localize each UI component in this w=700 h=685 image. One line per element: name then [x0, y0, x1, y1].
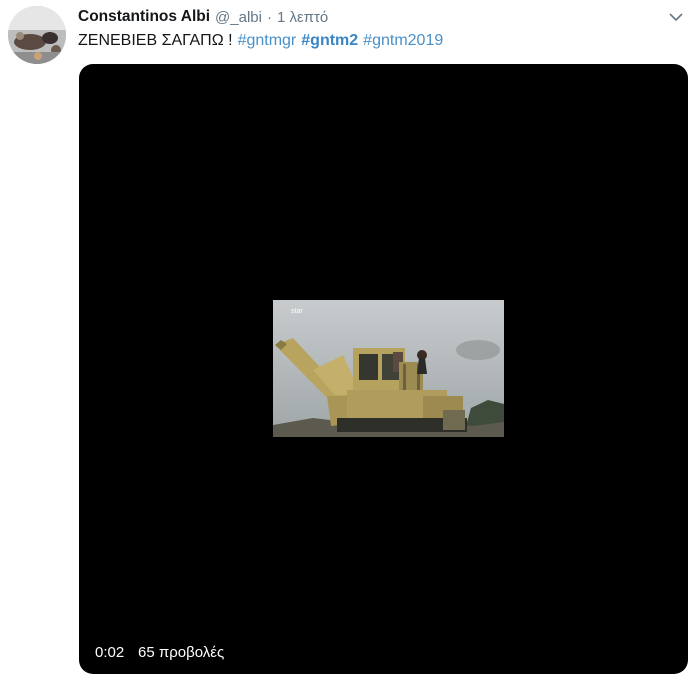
hashtag-gntm2019[interactable]: #gntm2019: [363, 32, 443, 50]
video-frame-image: [273, 300, 504, 437]
video-frame: star: [273, 300, 504, 437]
video-elapsed: 0:02: [95, 643, 125, 661]
separator-dot: ·: [266, 8, 272, 26]
video-views-badge: 65 προβολές: [131, 639, 232, 665]
author-handle[interactable]: @_albi: [215, 9, 262, 26]
avatar[interactable]: [8, 6, 66, 64]
hashtag-gntm2[interactable]: #gntm2: [301, 32, 358, 50]
tweet-text: ΖΕΝΕΒΙΕΒ ΣΑΓΑΠΩ ! #gntmgr #gntm2 #gntm20…: [78, 30, 443, 52]
tweet-header: Constantinos Albi @_albi · 1 λεπτό: [78, 6, 328, 28]
video-views: 65 προβολές: [138, 643, 225, 661]
author-name[interactable]: Constantinos Albi: [78, 8, 210, 26]
channel-watermark: star: [291, 308, 303, 315]
tweet: Constantinos Albi @_albi · 1 λεπτό ΖΕΝΕΒ…: [0, 0, 700, 685]
chevron-down-icon: [669, 12, 683, 21]
avatar-image: [8, 6, 66, 64]
timestamp[interactable]: 1 λεπτό: [277, 9, 328, 26]
video-elapsed-badge: 0:02: [88, 639, 132, 665]
tweet-menu-button[interactable]: [664, 6, 688, 28]
tweet-text-main: ΖΕΝΕΒΙΕΒ ΣΑΓΑΠΩ !: [78, 32, 233, 49]
video-player[interactable]: star 0:02 65 προβολές: [79, 64, 688, 674]
hashtag-gntmgr[interactable]: #gntmgr: [238, 32, 297, 50]
